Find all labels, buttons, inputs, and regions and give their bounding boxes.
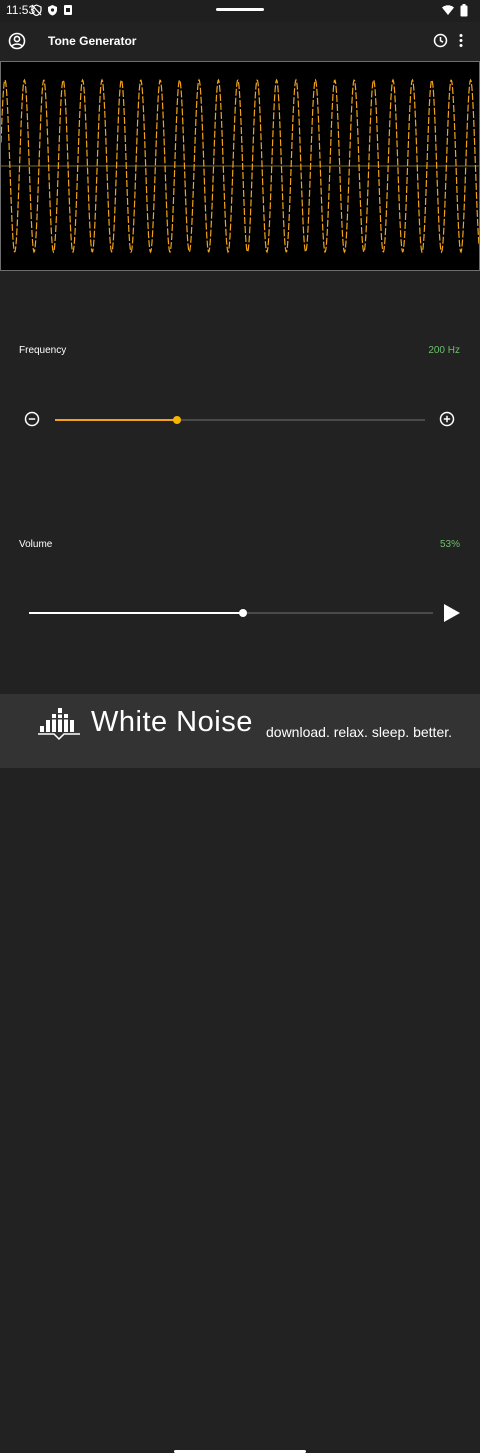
ad-brand: White Noise (91, 706, 253, 738)
volume-slider-fill (29, 612, 244, 614)
app-bar: Tone Generator (0, 22, 480, 60)
account-icon[interactable] (8, 32, 26, 50)
shield-icon (48, 5, 57, 16)
wifi-icon (442, 5, 454, 15)
volume-value: 53% (439, 539, 460, 550)
notification-icon (64, 5, 72, 15)
volume-slider[interactable] (29, 609, 433, 617)
history-icon[interactable] (433, 33, 448, 48)
plus-circle-icon[interactable] (439, 411, 455, 427)
volume-slider-thumb[interactable] (239, 609, 248, 617)
page-title: Tone Generator (48, 34, 137, 48)
ad-tagline: download. relax. sleep. better. (266, 724, 453, 740)
frequency-slider[interactable] (55, 416, 425, 424)
top-handle (216, 8, 264, 11)
waveform-display (0, 61, 480, 271)
volume-label: Volume (19, 539, 53, 550)
frequency-label: Frequency (19, 345, 67, 356)
ad-banner[interactable]: White Noise download. relax. sleep. bett… (0, 694, 480, 1453)
frequency-slider-fill (55, 419, 178, 421)
minus-circle-icon[interactable] (24, 411, 40, 427)
white-noise-logo-icon (38, 708, 80, 741)
shield-off-icon (31, 4, 42, 16)
battery-icon (460, 4, 468, 17)
frequency-value: 200 Hz (428, 345, 460, 356)
frequency-slider-thumb[interactable] (173, 416, 182, 424)
status-bar: 11:53 (0, 0, 480, 22)
play-icon[interactable] (443, 603, 461, 623)
more-options-icon[interactable] (458, 33, 464, 48)
